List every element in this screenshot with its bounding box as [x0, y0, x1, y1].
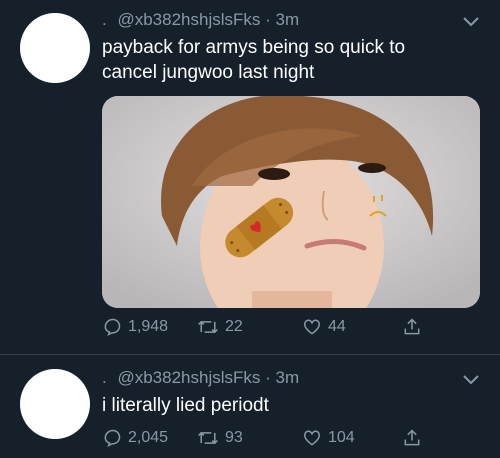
tweet-text-line: payback for armys being so quick to [102, 37, 406, 58]
avatar[interactable] [20, 13, 90, 83]
tweet-media-photo[interactable] [102, 96, 480, 308]
tweet-divider [0, 354, 500, 355]
tweet-actions: 1,948 22 44 [102, 317, 480, 343]
like-button[interactable]: 104 [302, 428, 355, 448]
share-icon [404, 429, 420, 446]
tweet-header: . @xb382hshjslsFks · 3m [102, 368, 299, 388]
handle-prefix: . [102, 368, 107, 387]
retweet-icon [198, 320, 218, 334]
retweet-button[interactable]: 22 [197, 317, 243, 337]
tweet-actions: 2,045 93 104 [102, 428, 480, 454]
user-handle[interactable]: @xb382hshjslsFks [117, 10, 260, 29]
tweet-text-line: cancel jungwoo last night [102, 62, 315, 83]
reply-button[interactable]: 2,045 [102, 428, 168, 448]
like-count: 44 [328, 318, 346, 335]
avatar[interactable] [20, 369, 90, 439]
user-handle[interactable]: @xb382hshjslsFks [117, 368, 260, 387]
tweet-header: . @xb382hshjslsFks · 3m [102, 10, 299, 30]
timestamp[interactable]: 3m [276, 368, 300, 387]
retweet-count: 22 [225, 318, 243, 335]
reply-icon [104, 429, 121, 447]
reply-icon [104, 318, 121, 336]
chevron-down-icon[interactable] [462, 16, 480, 28]
photo-illustration [102, 96, 480, 308]
tweet[interactable]: . @xb382hshjslsFks · 3m i literally lied… [0, 356, 500, 458]
like-count: 104 [328, 429, 355, 446]
retweet-button[interactable]: 93 [197, 428, 243, 448]
separator-dot: · [265, 10, 271, 29]
share-button[interactable] [402, 428, 422, 448]
reply-count: 2,045 [128, 429, 169, 446]
handle-prefix: . [102, 10, 107, 29]
like-icon [303, 319, 321, 335]
tweet-text: payback for armys being so quick to canc… [102, 35, 405, 85]
reply-count: 1,948 [128, 318, 169, 335]
retweet-count: 93 [225, 429, 243, 446]
chevron-down-icon[interactable] [462, 374, 480, 386]
share-icon [404, 318, 420, 335]
retweet-icon [198, 431, 218, 445]
share-button[interactable] [402, 317, 422, 337]
separator-dot: · [265, 368, 271, 387]
tweet-text-line: i literally lied periodt [102, 395, 269, 416]
tweet[interactable]: . @xb382hshjslsFks · 3m payback for army… [0, 0, 500, 352]
timestamp[interactable]: 3m [276, 10, 300, 29]
tweet-text: i literally lied periodt [102, 393, 269, 418]
like-button[interactable]: 44 [302, 317, 346, 337]
reply-button[interactable]: 1,948 [102, 317, 168, 337]
like-icon [303, 430, 321, 446]
